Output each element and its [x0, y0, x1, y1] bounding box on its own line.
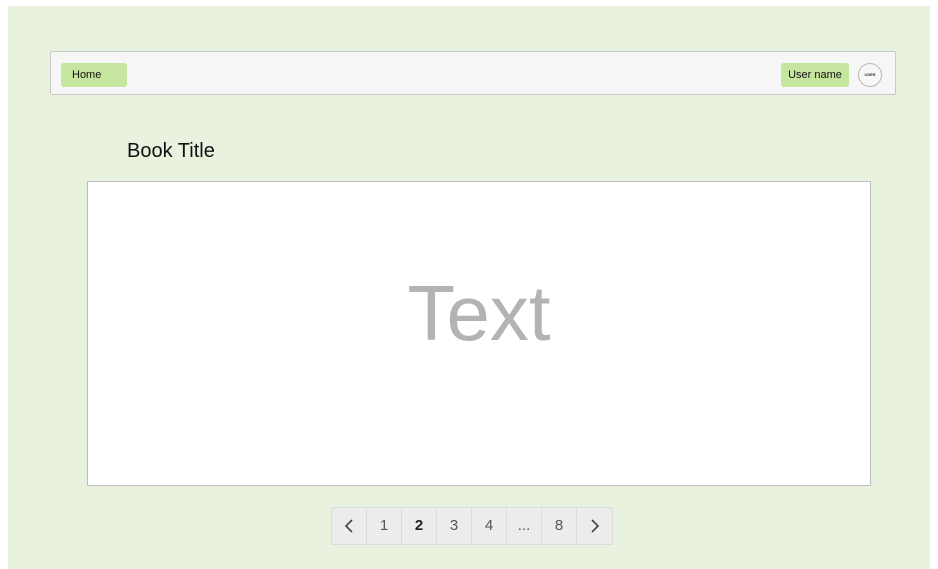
- page-3-button[interactable]: 3: [437, 508, 472, 544]
- page-2-button[interactable]: 2: [402, 508, 437, 544]
- top-navbar: Home User name USER: [50, 51, 896, 95]
- home-button[interactable]: Home: [61, 63, 127, 87]
- book-title: Book Title: [127, 140, 215, 162]
- avatar[interactable]: USER: [858, 63, 882, 87]
- page-1-button[interactable]: 1: [367, 508, 402, 544]
- content-box: Text: [87, 181, 871, 486]
- prev-page-button[interactable]: [332, 508, 367, 544]
- page-ellipsis: ...: [507, 508, 542, 544]
- content-text: Text: [407, 269, 551, 357]
- chevron-left-icon: [344, 519, 353, 533]
- pagination: 1 2 3 4 ... 8: [331, 507, 613, 545]
- page-4-button[interactable]: 4: [472, 508, 507, 544]
- page-8-button[interactable]: 8: [542, 508, 577, 544]
- page-background: Home User name USER Book Title Text 1 2 …: [8, 6, 930, 569]
- next-page-button[interactable]: [577, 508, 612, 544]
- user-name-button[interactable]: User name: [781, 63, 849, 87]
- chevron-right-icon: [590, 519, 599, 533]
